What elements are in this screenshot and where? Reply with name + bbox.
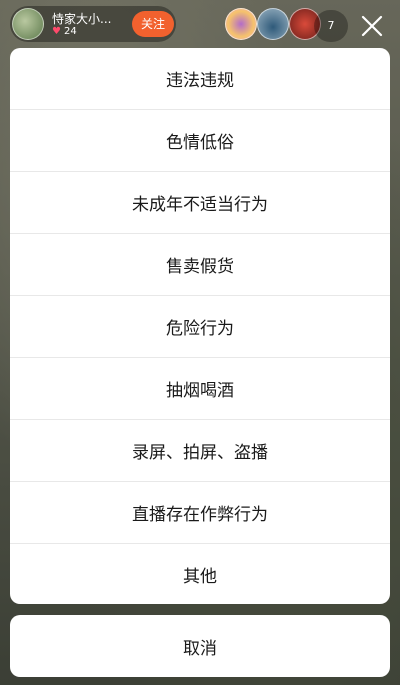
host-info[interactable]: 恃家大小... ♥ 24 关注 — [10, 6, 176, 42]
heart-icon: ♥ — [52, 25, 61, 37]
viewer-count[interactable]: 7 — [314, 10, 348, 42]
report-option-counterfeit[interactable]: 售卖假货 — [10, 234, 390, 296]
report-option-piracy[interactable]: 录屏、拍屏、盗播 — [10, 420, 390, 482]
report-option-vulgar[interactable]: 色情低俗 — [10, 110, 390, 172]
report-option-cheating[interactable]: 直播存在作弊行为 — [10, 482, 390, 544]
live-top-bar: 恃家大小... ♥ 24 关注 7 — [0, 0, 400, 48]
host-name: 恃家大小... — [52, 12, 112, 26]
cancel-button[interactable]: 取消 — [10, 615, 390, 677]
viewer-avatar[interactable] — [257, 8, 289, 40]
likes-count: 24 — [63, 26, 77, 37]
close-icon[interactable] — [358, 12, 386, 40]
report-option-minor-misconduct[interactable]: 未成年不适当行为 — [10, 172, 390, 234]
report-option-smoking-drinking[interactable]: 抽烟喝酒 — [10, 358, 390, 420]
viewer-avatars — [225, 8, 321, 40]
report-option-illegal[interactable]: 违法违规 — [10, 48, 390, 110]
viewer-avatar[interactable] — [225, 8, 257, 40]
report-option-dangerous[interactable]: 危险行为 — [10, 296, 390, 358]
host-likes: ♥ 24 — [52, 26, 77, 37]
report-options-sheet: 违法违规 色情低俗 未成年不适当行为 售卖假货 危险行为 抽烟喝酒 录屏、拍屏、… — [10, 48, 390, 604]
follow-button[interactable]: 关注 — [132, 11, 174, 37]
report-option-other[interactable]: 其他 — [10, 544, 390, 604]
host-avatar[interactable] — [12, 8, 44, 40]
